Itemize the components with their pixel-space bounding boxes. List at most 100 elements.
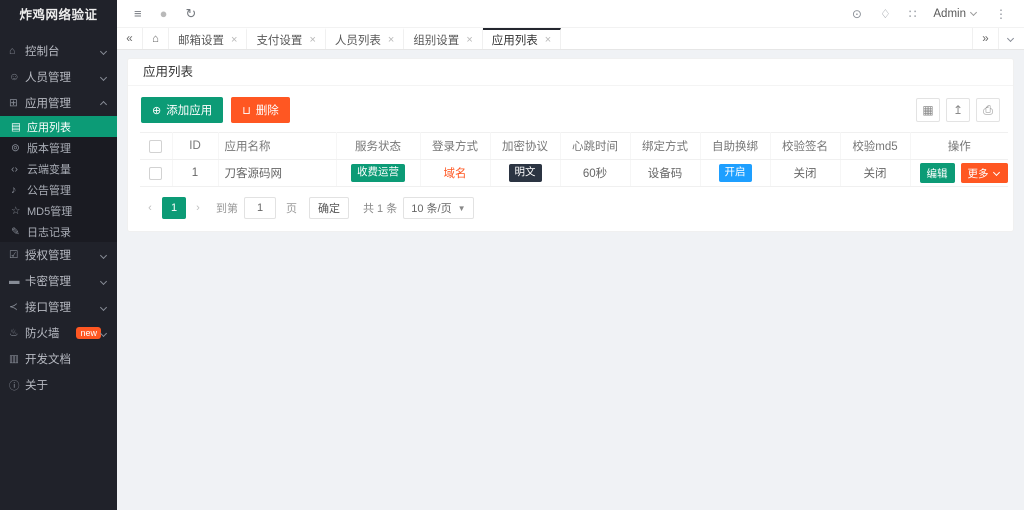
sidebar-item-cloud-vars[interactable]: ‹› 云端变量 <box>0 158 117 179</box>
top-header: ≡ ● ↻ ⊙ ♢ ∷ Admin ⋮ <box>117 0 1024 28</box>
chevron-down-icon <box>970 9 977 16</box>
filter-columns-icon[interactable]: ▦ <box>916 98 940 122</box>
close-icon[interactable]: × <box>466 34 472 46</box>
home-icon: ⌂ <box>9 45 25 57</box>
star-icon: ☆ <box>11 205 27 217</box>
col-service-status: 服务状态 <box>336 133 420 160</box>
admin-dropdown[interactable]: Admin <box>933 8 978 20</box>
chevron-down-icon <box>1007 35 1014 42</box>
sidebar-item-api[interactable]: ≺ 接口管理 <box>0 294 117 320</box>
sidebar-item-apps[interactable]: ⊞ 应用管理 <box>0 90 117 116</box>
app-list-card: 应用列表 ⊕ 添加应用 ⊔ 删除 ▦ ↥ ⎙ <box>127 58 1014 232</box>
sidebar-menu: ⌂ 控制台 ☺ 人员管理 ⊞ 应用管理 ▤ 应用列表 ⊚ 版本管理 ‹› <box>0 30 117 398</box>
cell-login-method: 域名 <box>444 168 467 180</box>
cell-heartbeat: 60秒 <box>560 160 630 187</box>
select-all-checkbox[interactable] <box>149 140 162 153</box>
print-icon[interactable]: ⎙ <box>976 98 1000 122</box>
page-size-select[interactable]: 10 条/页 ▼ <box>403 197 473 219</box>
sidebar-item-docs[interactable]: ▥ 开发文档 <box>0 346 117 372</box>
sidebar-item-console[interactable]: ⌂ 控制台 <box>0 38 117 64</box>
trash-icon: ⊔ <box>242 104 251 117</box>
page-number[interactable]: 1 <box>162 197 186 219</box>
add-app-button[interactable]: ⊕ 添加应用 <box>141 97 223 123</box>
prev-page-icon[interactable]: ‹ <box>140 197 160 219</box>
tab-options-icon[interactable] <box>998 28 1024 49</box>
sidebar-item-about[interactable]: ⓘ 关于 <box>0 372 117 398</box>
tab-spacer <box>561 28 972 49</box>
row-checkbox[interactable] <box>149 167 162 180</box>
tab-user-list[interactable]: 人员列表 × <box>326 28 404 49</box>
more-button[interactable]: 更多 <box>961 163 1008 183</box>
refresh-icon[interactable]: ↻ <box>185 7 196 20</box>
sidebar-item-users[interactable]: ☺ 人员管理 <box>0 64 117 90</box>
close-icon[interactable]: × <box>545 34 551 46</box>
edit-button[interactable]: 编辑 <box>920 163 955 183</box>
apps-icon: ⊞ <box>9 97 25 109</box>
col-heartbeat: 心跳时间 <box>560 133 630 160</box>
cell-bind-method: 设备码 <box>630 160 700 187</box>
fullscreen-icon[interactable]: ∷ <box>909 8 917 20</box>
goto-prefix: 到第 <box>216 200 238 216</box>
chevron-down-icon <box>992 168 999 175</box>
col-app-name: 应用名称 <box>218 133 336 160</box>
sidebar-item-firewall[interactable]: ♨ 防火墙 new <box>0 320 117 346</box>
goto-page-input[interactable] <box>244 197 276 219</box>
col-verify-md5: 校验md5 <box>840 133 910 160</box>
chevron-down-icon <box>100 73 107 80</box>
sidebar-item-authorization[interactable]: ☑ 授权管理 <box>0 242 117 268</box>
code-icon: ‹› <box>11 163 27 175</box>
sidebar-item-md5[interactable]: ☆ MD5管理 <box>0 200 117 221</box>
firewall-icon: ♨ <box>9 327 25 339</box>
close-icon[interactable]: × <box>309 34 315 46</box>
version-icon: ⊚ <box>11 142 27 154</box>
card-icon: ▬ <box>9 275 25 287</box>
sidebar-item-version[interactable]: ⊚ 版本管理 <box>0 137 117 158</box>
sidebar-item-app-list[interactable]: ▤ 应用列表 <box>0 116 117 137</box>
scroll-tabs-right-icon[interactable]: » <box>972 28 998 49</box>
col-id: ID <box>172 133 218 160</box>
col-login-method: 登录方式 <box>420 133 490 160</box>
collapse-menu-icon[interactable]: ≡ <box>134 7 142 20</box>
export-icon[interactable]: ↥ <box>946 98 970 122</box>
plus-circle-icon: ⊕ <box>152 104 161 117</box>
tab-bar: « ⌂ 邮箱设置 × 支付设置 × 人员列表 × 组别设置 × 应用列表 × » <box>117 28 1024 50</box>
main-content: 应用列表 ⊕ 添加应用 ⊔ 删除 ▦ ↥ ⎙ <box>117 50 1024 510</box>
more-vertical-icon[interactable]: ⋮ <box>995 8 1007 20</box>
home-tab-icon[interactable]: ⌂ <box>143 28 169 49</box>
tab-group-settings[interactable]: 组别设置 × <box>404 28 482 49</box>
scroll-tabs-left-icon[interactable]: « <box>117 28 143 49</box>
delete-button[interactable]: ⊔ 删除 <box>231 97 290 123</box>
confirm-page-button[interactable]: 确定 <box>309 197 349 219</box>
table-toolbar: ⊕ 添加应用 ⊔ 删除 ▦ ↥ ⎙ <box>141 97 1000 123</box>
sidebar-item-announcement[interactable]: ♪ 公告管理 <box>0 179 117 200</box>
table-header-row: ID 应用名称 服务状态 登录方式 加密协议 心跳时间 绑定方式 自助换绑 校验… <box>140 133 1008 160</box>
theme-dot-icon[interactable]: ● <box>160 7 168 20</box>
tag-icon[interactable]: ♢ <box>880 8 891 20</box>
pagination: ‹ 1 › 到第 页 确定 共 1 条 10 条/页 ▼ <box>140 197 1001 219</box>
close-icon[interactable]: × <box>231 34 237 46</box>
user-icon: ☺ <box>9 71 25 83</box>
chevron-down-icon <box>100 277 107 284</box>
sidebar-item-cardkeys[interactable]: ▬ 卡密管理 <box>0 268 117 294</box>
col-bind-method: 绑定方式 <box>630 133 700 160</box>
sidebar-item-logs[interactable]: ✎ 日志记录 <box>0 221 117 242</box>
card-body: ⊕ 添加应用 ⊔ 删除 ▦ ↥ ⎙ <box>128 86 1013 231</box>
notice-icon[interactable]: ⊙ <box>852 8 862 20</box>
total-count: 共 1 条 <box>363 200 397 216</box>
new-badge: new <box>76 327 101 340</box>
tab-app-list[interactable]: 应用列表 × <box>483 28 561 49</box>
caret-down-icon: ▼ <box>458 204 466 213</box>
tab-email-settings[interactable]: 邮箱设置 × <box>169 28 247 49</box>
col-self-rebind: 自助换绑 <box>700 133 770 160</box>
chevron-down-icon <box>100 303 107 310</box>
next-page-icon[interactable]: › <box>188 197 208 219</box>
close-icon[interactable]: × <box>388 34 394 46</box>
chevron-down-icon <box>100 251 107 258</box>
list-icon: ▤ <box>11 121 27 133</box>
tab-payment-settings[interactable]: 支付设置 × <box>247 28 325 49</box>
encrypt-protocol-badge: 明文 <box>509 164 542 181</box>
admin-username: Admin <box>933 8 966 20</box>
apps-submenu: ▤ 应用列表 ⊚ 版本管理 ‹› 云端变量 ♪ 公告管理 ☆ MD5管理 ✎ 日… <box>0 116 117 242</box>
table-row: 1 刀客源码网 收费运营 域名 明文 60秒 设备码 开启 关闭 关闭 yk88… <box>140 160 1008 187</box>
sidebar: 炸鸡网络验证 ⌂ 控制台 ☺ 人员管理 ⊞ 应用管理 ▤ 应用列表 ⊚ 版本管理 <box>0 0 117 510</box>
